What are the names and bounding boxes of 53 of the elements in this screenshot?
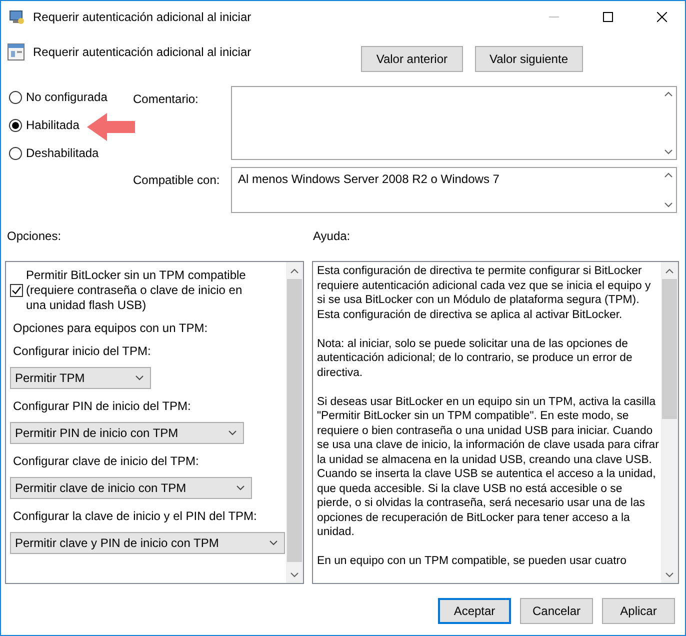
scroll-up-icon bbox=[290, 268, 299, 274]
option-label: Configurar PIN de inicio del TPM: bbox=[13, 399, 192, 413]
radio-label: Deshabilitada bbox=[26, 146, 99, 160]
dropdown[interactable]: Permitir clave de inicio con TPM bbox=[10, 477, 252, 499]
pointer-arrow bbox=[87, 112, 137, 142]
window-title: Requerir autenticación adicional al iniciar bbox=[33, 10, 252, 24]
chevron-down-icon bbox=[236, 485, 246, 491]
close-icon bbox=[657, 12, 667, 22]
radio-button[interactable] bbox=[9, 90, 22, 104]
scroll-down-icon bbox=[664, 202, 673, 208]
comment-field[interactable] bbox=[231, 86, 677, 160]
scroll-down-icon bbox=[664, 149, 673, 155]
comment-label: Comentario: bbox=[133, 91, 200, 108]
dialog-button[interactable]: Cancelar bbox=[520, 598, 593, 624]
scroll-up-icon bbox=[665, 268, 674, 274]
option-label: Configurar inicio del TPM: bbox=[13, 344, 152, 358]
scroll-down-icon bbox=[290, 572, 299, 578]
help-paragraph: Esta configuración de directiva te permite configurar si BitLocker requiere autenticación adicional cada vez que se inicia el equipo y si se usa BitLocker con un Módulo de plataforma segura (TPM). Esta configuración de directiva se aplica al activar BitLocker. bbox=[317, 264, 652, 322]
nav-button[interactable]: Valor anterior bbox=[361, 46, 462, 72]
option-label: Configurar clave de inicio del TPM: bbox=[13, 454, 200, 468]
chevron-down-icon bbox=[134, 375, 144, 381]
dropdown[interactable]: Permitir TPM bbox=[10, 367, 151, 389]
options-label: Opciones: bbox=[7, 229, 62, 245]
settings-dialog-icon bbox=[7, 43, 25, 61]
radio-label: Habilitada bbox=[26, 118, 80, 132]
radio-button[interactable] bbox=[9, 146, 22, 160]
radio-button[interactable] bbox=[9, 118, 22, 132]
checkbox[interactable] bbox=[10, 284, 23, 297]
policy-icon bbox=[9, 9, 25, 25]
checkbox-label: Permitir BitLocker sin un TPM compatible (requiere contraseña o clave de inicio en una unidad flash USB) bbox=[26, 268, 247, 313]
policy-title: Requerir autenticación adicional al iniciar bbox=[33, 45, 252, 59]
help-paragraph: Nota: al iniciar, solo se puede solicitar una de las opciones de autenticación adicional; de lo contrario, se produce un error de directiva. bbox=[317, 336, 634, 380]
chevron-down-icon bbox=[228, 430, 238, 436]
option-label: Opciones para equipos con un TPM: bbox=[13, 321, 209, 335]
radio-label: No configurada bbox=[26, 90, 108, 104]
help-paragraph: Si deseas usar BitLocker en un equipo sin un TPM, activa la casilla "Permitir BitLocker sin un TPM compatible". En este modo, se requiere o bien contraseña o una unidad USB para iniciar. Cuando se usa una clave de inicio, la información de clave usada para cifrar la unidad se almacena en la unidad USB, creando una clave USB. Cuando se inserta la clave USB se autentica el acceso a la unidad, que queda accesible. Si la clave USB no está accesible o se pierde, o si olvidas la contraseña, será necesario usar una de las opciones de recuperación de BitLocker para tener acceso a la unidad. bbox=[317, 394, 660, 540]
compatible-field: Al menos Windows Server 2008 R2 o Windows 7 bbox=[231, 167, 677, 213]
dialog-button[interactable]: Aceptar bbox=[438, 598, 511, 624]
scrollbar[interactable] bbox=[661, 262, 678, 583]
maximize-icon bbox=[603, 12, 613, 22]
dropdown[interactable]: Permitir clave y PIN de inicio con TPM bbox=[10, 532, 285, 554]
scrollbar[interactable] bbox=[286, 262, 303, 583]
help-paragraph: En un equipo con un TPM compatible, se pueden usar cuatro bbox=[317, 554, 628, 568]
nav-button[interactable]: Valor siguiente bbox=[474, 46, 583, 72]
dropdown[interactable]: Permitir PIN de inicio con TPM bbox=[10, 422, 244, 444]
scroll-up-icon bbox=[664, 172, 673, 178]
compatible-label: Compatible con: bbox=[133, 172, 221, 189]
option-label: Configurar la clave de inicio y el PIN del TPM: bbox=[13, 509, 258, 523]
chevron-down-icon bbox=[268, 540, 278, 546]
scroll-up-icon bbox=[664, 91, 673, 97]
scroll-down-icon bbox=[665, 572, 674, 578]
dialog-button[interactable]: Aplicar bbox=[602, 598, 675, 624]
help-label: Ayuda: bbox=[313, 229, 350, 245]
